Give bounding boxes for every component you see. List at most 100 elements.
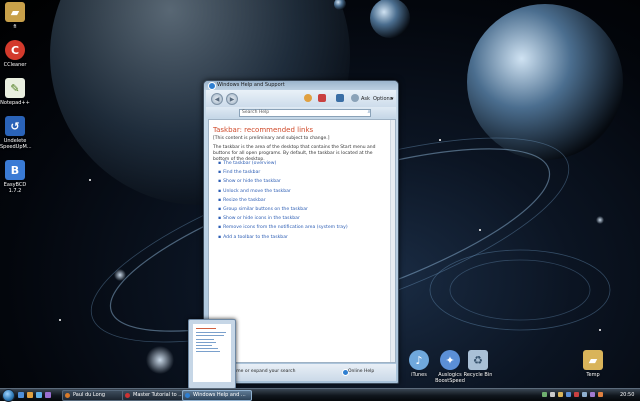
preliminary-note: [This content is preliminary and subject… <box>213 136 330 141</box>
link-text[interactable]: Group similar buttons on the taskbar <box>223 207 308 212</box>
tray-app-icon[interactable] <box>558 392 563 397</box>
task-button-active[interactable]: Windows Help and ... <box>182 390 252 401</box>
auslogics-icon: ✦ <box>440 350 460 370</box>
link-list: ▪ The taskbar (overview) ▪ Find the taskba… <box>218 161 388 244</box>
home-icon[interactable] <box>304 94 312 102</box>
link-text[interactable]: Show or hide icons in the taskbar <box>223 216 300 221</box>
bullet-icon: ▪ <box>218 206 222 212</box>
bullet-icon: ▪ <box>218 197 222 203</box>
thumbnail-line <box>196 339 214 340</box>
ccleaner-icon: C <box>5 40 25 60</box>
link-text[interactable]: Find the taskbar <box>223 170 260 175</box>
thumbnail-line <box>196 351 220 352</box>
star-dot-shape <box>89 179 91 181</box>
search-input[interactable]: Search Help <box>239 109 371 117</box>
desktop-icon-label: Recycle Bin <box>463 372 493 378</box>
star-glow-shape <box>114 269 126 281</box>
window-title: Windows Help and Support <box>217 82 285 88</box>
online-help-button[interactable]: Online Help <box>348 369 374 374</box>
clock[interactable]: 20:50 <box>620 392 634 398</box>
ask-icon <box>351 94 359 102</box>
search-icon[interactable]: ⌕ <box>366 109 372 115</box>
undelete-icon: ↺ <box>5 116 25 136</box>
link-text[interactable]: The taskbar (overview) <box>223 161 276 166</box>
star-glow-shape <box>596 216 604 224</box>
thumbnail-line <box>196 348 218 349</box>
notepad-icon: ✎ <box>5 78 25 98</box>
bullet-icon: ▪ <box>218 161 222 166</box>
tray-app-icon[interactable] <box>598 392 603 397</box>
app-icon <box>125 393 130 398</box>
help-link[interactable]: ▪ The taskbar (overview) <box>218 161 388 170</box>
bullet-icon: ▪ <box>218 170 222 176</box>
taskbar-thumbnail-preview[interactable] <box>188 319 236 389</box>
options-button[interactable]: Options <box>373 96 392 102</box>
small-moon-shape <box>370 0 410 38</box>
desktop-icon-undelete[interactable]: ↺ Undelete SpeedUpM... <box>0 116 32 150</box>
desktop-icon-label: BoostSpeed <box>435 378 465 384</box>
show-desktop-icon[interactable] <box>18 392 24 398</box>
app-icon <box>185 393 190 398</box>
tray-app-icon[interactable] <box>582 392 587 397</box>
desktop-icon-temp[interactable]: ▰ Temp <box>578 350 608 378</box>
thumbnail-line <box>196 342 216 343</box>
help-link[interactable]: ▪ Show or hide the taskbar <box>218 179 388 188</box>
tray-app-icon[interactable] <box>590 392 595 397</box>
bullet-icon: ▪ <box>218 188 222 194</box>
link-text[interactable]: Unlock and move the taskbar <box>223 189 291 194</box>
search-bar: Search Help ⌕ <box>206 107 396 118</box>
desktop-icon-auslogics[interactable]: ✦ Auslogics BoostSpeed <box>433 350 467 384</box>
desktop-icon-label: Notepad++ <box>0 100 30 106</box>
status-hint: ...me or expand your search <box>232 369 296 374</box>
desktop-icon-label: fi <box>13 24 17 30</box>
tray-app-icon[interactable] <box>574 392 579 397</box>
desktop-icon-label: Temp <box>586 372 600 378</box>
browse-help-icon[interactable] <box>336 94 344 102</box>
link-text[interactable]: Resize the taskbar <box>223 198 265 203</box>
browser-icon[interactable] <box>36 392 42 398</box>
help-link[interactable]: ▪ Find the taskbar <box>218 170 388 179</box>
link-text[interactable]: Add a toolbar to the taskbar <box>223 235 288 240</box>
help-link[interactable]: ▪ Resize the taskbar <box>218 198 388 207</box>
chevron-down-icon[interactable]: ▾ <box>391 96 394 102</box>
network-icon[interactable] <box>542 392 547 397</box>
window-titlebar[interactable]: Windows Help and Support <box>204 81 398 90</box>
desktop-icon-ccleaner[interactable]: C CCleaner <box>0 40 30 68</box>
page-title: Taskbar: recommended links <box>213 126 314 134</box>
desktop-icon-label: CCleaner <box>3 62 27 68</box>
help-link[interactable]: ▪ Group similar buttons on the taskbar <box>218 207 388 216</box>
desktop-icon-recycle-bin[interactable]: ♻ Recycle Bin <box>463 350 493 378</box>
help-content: Taskbar: recommended links [This content… <box>208 119 396 363</box>
desktop-icon-notepad[interactable]: ✎ Notepad++ <box>0 78 30 106</box>
start-button[interactable] <box>2 389 15 402</box>
desktop-icon-label: 1.7.2 <box>8 188 22 194</box>
media-icon[interactable] <box>45 392 51 398</box>
volume-icon[interactable] <box>550 392 555 397</box>
tray-app-icon[interactable] <box>566 392 571 397</box>
help-toolbar: ◀ ▶ Ask Options ▾ <box>206 90 396 107</box>
desktop-icon-itunes[interactable]: ♪ iTunes <box>404 350 434 378</box>
ask-button[interactable]: Ask <box>361 96 370 102</box>
help-link[interactable]: ▪ Show or hide icons in the taskbar <box>218 216 388 225</box>
help-link[interactable]: ▪ Unlock and move the taskbar <box>218 189 388 198</box>
link-text[interactable]: Remove icons from the notification area … <box>223 225 348 230</box>
taskbar: Paul du Long Master Tutorial to ... Wind… <box>0 388 640 402</box>
easybcd-icon: B <box>5 160 25 180</box>
task-label: Windows Help and ... <box>193 392 246 398</box>
back-button[interactable]: ◀ <box>211 93 223 105</box>
folder-icon: ▰ <box>5 2 25 22</box>
vertical-scrollbar[interactable] <box>390 120 395 362</box>
thumbnail-line <box>196 345 212 346</box>
help-app-icon <box>208 82 216 90</box>
desktop-icon-fi[interactable]: ▰ fi <box>0 2 30 30</box>
folder-icon: ▰ <box>583 350 603 370</box>
switch-windows-icon[interactable] <box>27 392 33 398</box>
help-link[interactable]: ▪ Add a toolbar to the taskbar <box>218 235 388 244</box>
print-icon[interactable] <box>318 94 326 102</box>
help-link[interactable]: ▪ Remove icons from the notification area… <box>218 225 388 234</box>
link-text[interactable]: Show or hide the taskbar <box>223 179 281 184</box>
planet-ring-shape <box>449 259 591 321</box>
desktop-icon-label: iTunes <box>411 372 427 378</box>
desktop-icon-easybcd[interactable]: B EasyBCD 1.7.2 <box>0 160 30 194</box>
forward-button[interactable]: ▶ <box>226 93 238 105</box>
